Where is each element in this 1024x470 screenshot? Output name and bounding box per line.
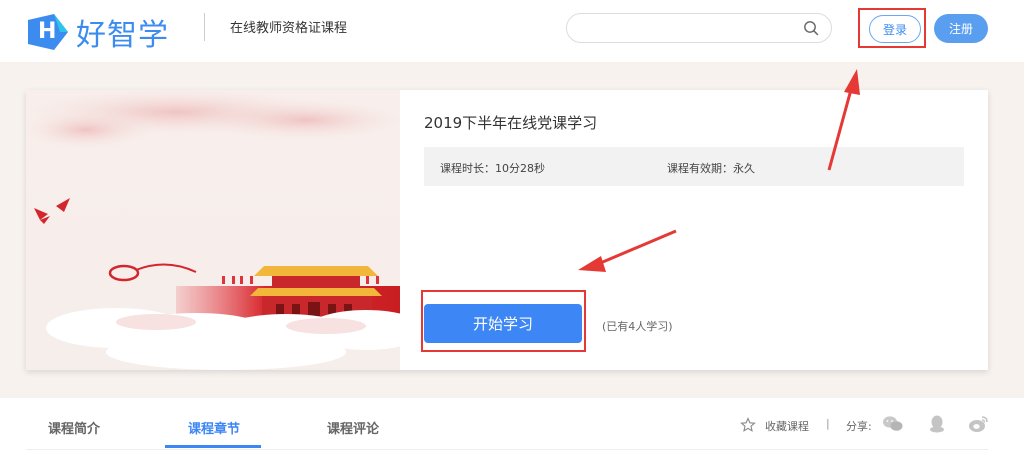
tab-comments[interactable]: 课程评论 [327, 418, 379, 437]
favorite-course-link[interactable]: 收藏课程 [765, 418, 809, 434]
course-info-panel: 2019下半年在线党课学习 课程时长：10分28秒 课程有效期：永久 开始学习 … [400, 90, 988, 370]
tab-chapters[interactable]: 课程章节 [188, 418, 240, 437]
start-learning-button[interactable]: 开始学习 [424, 304, 582, 343]
course-validity: 课程有效期：永久 [667, 162, 755, 175]
weibo-icon[interactable] [968, 414, 990, 434]
site-subtitle: 在线教师资格证课程 [230, 21, 348, 36]
wechat-icon[interactable] [882, 414, 904, 434]
tabs-divider [26, 449, 988, 450]
qq-icon[interactable] [926, 414, 948, 434]
logo-mark-icon: H [26, 12, 70, 52]
star-icon[interactable] [740, 417, 756, 433]
logo-text: 好智学 [76, 18, 169, 53]
tab-intro[interactable]: 课程简介 [48, 418, 100, 437]
course-title: 2019下半年在线党课学习 [424, 114, 598, 132]
login-button[interactable]: 登录 [869, 15, 921, 43]
course-card: 2019下半年在线党课学习 课程时长：10分28秒 课程有效期：永久 开始学习 … [26, 90, 988, 370]
site-logo[interactable]: H 好智学 [26, 10, 169, 54]
actions-separator: | [826, 417, 830, 430]
active-tab-underline [165, 445, 261, 448]
search-icon[interactable] [803, 20, 819, 36]
site-header: H 好智学 在线教师资格证课程 登录 注册 [0, 0, 1024, 62]
course-meta-bar: 课程时长：10分28秒 课程有效期：永久 [424, 147, 964, 186]
search-box [566, 13, 832, 43]
share-label: 分享: [846, 420, 872, 433]
learner-count: (已有4人学习) [602, 320, 673, 333]
logo-letter: H [38, 19, 57, 44]
course-banner-image [26, 90, 400, 370]
register-button[interactable]: 注册 [934, 14, 988, 43]
header-divider [204, 13, 205, 41]
course-duration: 课程时长：10分28秒 [440, 162, 545, 175]
search-input[interactable] [581, 14, 801, 42]
course-tabs-row: 课程简介 课程章节 课程评论 收藏课程 | 分享: [0, 398, 1024, 470]
